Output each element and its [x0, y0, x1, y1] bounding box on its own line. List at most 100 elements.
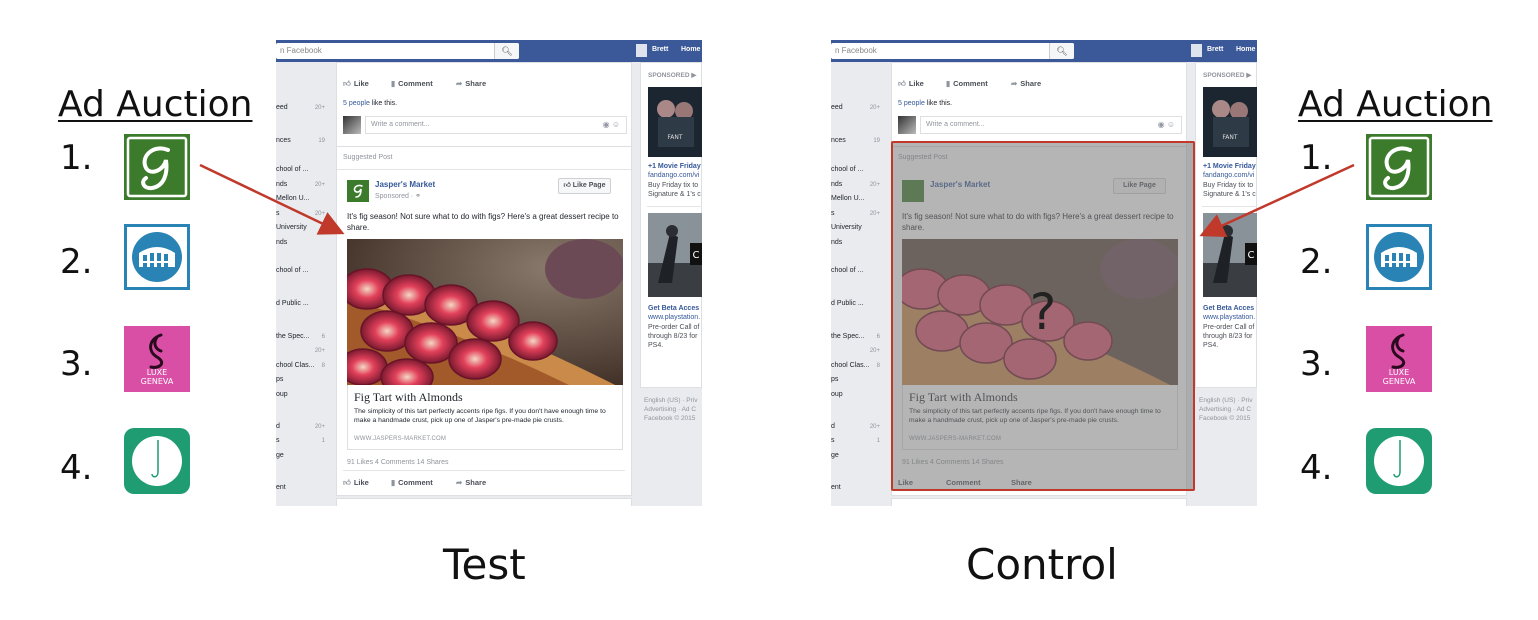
nav-item[interactable]: Mellon U...: [831, 195, 864, 202]
rail-ad-title[interactable]: Get Beta Acces: [1203, 305, 1254, 312]
user-name-link[interactable]: Brett: [652, 46, 668, 53]
nav-item[interactable]: chool Clas...: [276, 362, 315, 369]
nav-item[interactable]: nds: [831, 239, 842, 246]
nav-item[interactable]: University: [276, 224, 307, 231]
nav-item[interactable]: ent: [276, 484, 286, 491]
nav-item[interactable]: d: [831, 423, 835, 430]
comment-button[interactable]: ▮ Comment: [391, 79, 433, 88]
nav-item[interactable]: ent: [831, 484, 841, 491]
luxe-geneva-logo-icon: LUXE GENEVA: [1366, 326, 1432, 392]
jaspers-market-logo-icon[interactable]: [347, 180, 369, 202]
sponsored-header-text: SPONSORED: [1203, 72, 1245, 79]
divider: [1202, 206, 1257, 207]
avatar[interactable]: [1191, 44, 1202, 57]
search-input[interactable]: n Facebook: [831, 43, 1074, 59]
rail-ad-title[interactable]: Get Beta Acces: [648, 305, 699, 312]
game-ad-image[interactable]: C: [1203, 213, 1257, 297]
rail-ad-url[interactable]: fandango.com/vi: [1203, 172, 1254, 179]
rank-2: 2.: [60, 242, 93, 282]
camera-icon[interactable]: ◉ ☺: [1158, 117, 1175, 133]
fig-tart-image[interactable]: [347, 239, 623, 385]
rail-ad-url[interactable]: www.playstation.: [1203, 314, 1255, 321]
camera-icon[interactable]: ◉ ☺: [603, 117, 620, 133]
nav-item[interactable]: the Spec...: [276, 333, 309, 340]
nav-item[interactable]: University: [831, 224, 862, 231]
nav-item[interactable]: chool of ...: [831, 166, 863, 173]
likes-count-link[interactable]: 5 people: [898, 100, 925, 107]
share-button[interactable]: ➦ Share: [456, 478, 486, 487]
user-name-link[interactable]: Brett: [1207, 46, 1223, 53]
home-link[interactable]: Home: [681, 46, 700, 53]
like-button[interactable]: 👍︎ Like: [343, 478, 369, 488]
search-icon[interactable]: 🔍︎: [494, 43, 519, 59]
sponsored-label: Sponsored · ⚭: [375, 192, 421, 200]
nav-item[interactable]: eed: [831, 104, 843, 111]
footer-link[interactable]: English (US) · Priv: [1199, 396, 1257, 405]
comment-button[interactable]: ▮ Comment: [391, 478, 433, 487]
nav-item[interactable]: s: [276, 210, 280, 217]
rail-ad-desc: Buy Friday tix to: [1203, 182, 1254, 189]
link-preview[interactable]: Fig Tart with Almonds The simplicity of …: [347, 385, 623, 450]
link-description: The simplicity of this tart perfectly ac…: [354, 408, 606, 424]
nav-item[interactable]: s: [276, 437, 280, 444]
share-button[interactable]: ➦ Share: [1011, 79, 1041, 88]
avatar[interactable]: [636, 44, 647, 57]
movie-poster-image[interactable]: FANT: [648, 87, 702, 157]
like-button[interactable]: 👍︎ Like: [343, 79, 369, 89]
nav-item[interactable]: nds: [831, 181, 842, 188]
search-input[interactable]: n Facebook: [276, 43, 519, 59]
nav-count: 20+: [314, 348, 325, 354]
movie-poster-image[interactable]: FANT: [1203, 87, 1257, 157]
search-icon[interactable]: 🔍︎: [1049, 43, 1074, 59]
nav-item[interactable]: ps: [276, 376, 283, 383]
like-page-button[interactable]: 👍︎ Like Page: [558, 178, 611, 194]
footer-link[interactable]: Advertising · Ad C: [644, 405, 702, 414]
nav-item[interactable]: ge: [276, 452, 284, 459]
nav-item[interactable]: oup: [831, 391, 843, 398]
comment-input[interactable]: Write a comment... ◉ ☺: [920, 116, 1182, 134]
nav-item[interactable]: chool of ...: [831, 267, 863, 274]
rail-ad-title[interactable]: +1 Movie Friday: [1203, 163, 1256, 170]
likes-count-link[interactable]: 5 people: [343, 100, 370, 107]
comment-input[interactable]: Write a comment... ◉ ☺: [365, 116, 627, 134]
footer-link[interactable]: English (US) · Priv: [644, 396, 702, 405]
rail-ad-title[interactable]: +1 Movie Friday: [648, 163, 701, 170]
nav-item[interactable]: the Spec...: [831, 333, 864, 340]
nav-count: 20+: [869, 348, 880, 354]
ad-auction-title: Ad Auction: [58, 84, 253, 125]
control-label: Control: [966, 540, 1118, 589]
advertiser-name[interactable]: Jasper's Market: [375, 180, 435, 189]
share-button[interactable]: ➦ Share: [456, 79, 486, 88]
share-icon: ➦: [1011, 79, 1018, 88]
rail-ad-url[interactable]: www.playstation.: [648, 314, 700, 321]
post-stats[interactable]: 91 Likes 4 Comments 14 Shares: [347, 459, 449, 466]
game-ad-image[interactable]: C: [648, 213, 702, 297]
link-title[interactable]: Fig Tart with Almonds: [354, 390, 463, 405]
nav-item[interactable]: oup: [276, 391, 288, 398]
comment-label: Comment: [398, 79, 433, 88]
nav-item[interactable]: s: [831, 210, 835, 217]
nav-item[interactable]: eed: [276, 104, 288, 111]
home-link[interactable]: Home: [1236, 46, 1255, 53]
rail-ad-url[interactable]: fandango.com/vi: [648, 172, 699, 179]
nav-item[interactable]: ge: [831, 452, 839, 459]
nav-item[interactable]: chool of ...: [276, 267, 308, 274]
nav-item[interactable]: chool of ...: [276, 166, 308, 173]
megaphone-icon: ▶: [691, 72, 697, 79]
sponsored-header: SPONSORED ▶: [1203, 71, 1251, 79]
nav-item[interactable]: nces: [831, 137, 846, 144]
globe-icon: ⚭: [415, 193, 421, 200]
comment-button[interactable]: ▮ Comment: [946, 79, 988, 88]
nav-item[interactable]: d Public ...: [276, 300, 309, 307]
footer-link[interactable]: Advertising · Ad C: [1199, 405, 1257, 414]
nav-item[interactable]: s: [831, 437, 835, 444]
like-button[interactable]: 👍︎ Like: [898, 79, 924, 89]
nav-item[interactable]: nces: [276, 137, 291, 144]
nav-item[interactable]: nds: [276, 239, 287, 246]
nav-item[interactable]: chool Clas...: [831, 362, 870, 369]
nav-item[interactable]: nds: [276, 181, 287, 188]
nav-item[interactable]: d: [276, 423, 280, 430]
nav-item[interactable]: d Public ...: [831, 300, 864, 307]
nav-item[interactable]: ps: [831, 376, 838, 383]
nav-item[interactable]: Mellon U...: [276, 195, 309, 202]
